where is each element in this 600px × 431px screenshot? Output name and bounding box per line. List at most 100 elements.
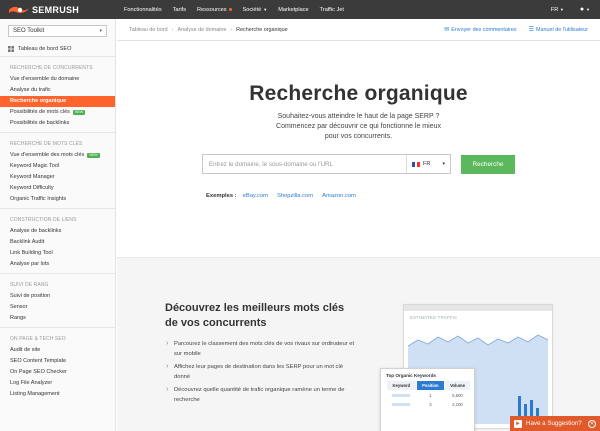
sidebar-item-keyword-difficulty[interactable]: Keyword Difficulty — [0, 183, 115, 194]
page-subtitle: Souhaitez-vous atteindre le haut de la p… — [117, 112, 600, 142]
sidebar-section-title: SUIVI DE RANG — [10, 282, 49, 288]
notification-dot-icon — [228, 8, 232, 11]
subtitle-line: Souhaitez-vous atteindre le haut de la p… — [277, 113, 440, 120]
feature-section: Découvrez les meilleurs mots clés de vos… — [117, 257, 600, 431]
feature-list-item: Parcourez le classement des mots clés de… — [165, 339, 357, 359]
table-row: 3 2,100 — [387, 400, 471, 409]
nav-marketplace[interactable]: Marketplace — [278, 7, 308, 13]
keyword-placeholder-bar — [387, 391, 417, 401]
example-link[interactable]: Amazon.com — [322, 193, 356, 199]
sidebar-item-on-page-seo-checker[interactable]: On Page SEO Checker — [0, 367, 115, 378]
feature-list-item: Affichez leur pages de destination dans … — [165, 362, 357, 382]
top-navbar: SEMRUSH Fonctionnalités Tarifs Ressource… — [0, 0, 600, 19]
examples-label: Exemples : — [206, 193, 237, 199]
nav-societe[interactable]: Société ▼ — [243, 7, 268, 13]
nav-traffic-jet[interactable]: Traffic Jet — [320, 7, 344, 13]
search-button[interactable]: Recherche — [461, 154, 515, 174]
nav-societe-label: Société — [242, 6, 262, 13]
sidebar-item-label: Tableau de bord SEO — [18, 46, 72, 52]
examples-row: Exemples : eBay.com Shopzilla.com Amazon… — [206, 193, 365, 199]
suggestion-widget[interactable]: ► Have a Suggestion? ✕ — [510, 416, 600, 431]
sidebar-item-link-building-tool[interactable]: Link Building Tool — [0, 248, 115, 259]
caret-down-icon: ▼ — [559, 6, 564, 12]
subtitle-line: Commencez par découvrir ce qui fonctionn… — [276, 123, 441, 130]
send-feedback-link[interactable]: ✉ Envoyer des commentaires — [444, 26, 517, 34]
sidebar-item-organic-research[interactable]: Recherche organique — [0, 96, 115, 107]
sidebar-item-listing-management[interactable]: Listing Management — [0, 389, 115, 400]
sidebar-item-backlink-gap[interactable]: Possibilités de backlinks — [0, 118, 115, 129]
sidebar-section-title: ON PAGE & TECH SEO — [10, 336, 66, 342]
sidebar-item-keyword-overview[interactable]: Vue d'ensemble des mots clés NEW — [0, 150, 115, 161]
sidebar-item-traffic-analytics[interactable]: Analyse du trafic — [0, 85, 115, 96]
chart-title: ESTIMATED TRAFFIC — [410, 315, 458, 320]
search-box: FR ▾ — [202, 154, 451, 174]
comment-icon: ✉ — [444, 27, 450, 33]
sidebar-item-keyword-manager[interactable]: Keyword Manager — [0, 172, 115, 183]
sidebar-item-backlink-analytics[interactable]: Analyse de backlinks — [0, 226, 115, 237]
breadcrumb-item-domain-analytics[interactable]: Analyse de domaine — [177, 27, 226, 33]
chevron-right-icon: › — [230, 26, 233, 33]
user-manual-link[interactable]: ☰ Manuel de l'utilisateur — [528, 26, 588, 34]
card-header-bar — [404, 305, 552, 311]
send-feedback-label: Envoyer des commentaires — [451, 26, 517, 33]
breadcrumb-item-dashboard[interactable]: Tableau de bord — [129, 27, 168, 33]
language-selector[interactable]: FR ▼ — [551, 7, 564, 13]
breadcrumb-actions: ✉ Envoyer des commentaires ☰ Manuel de l'u… — [432, 26, 588, 34]
user-menu[interactable]: ● ▼ — [580, 6, 590, 13]
search-row: FR ▾ Recherche — [117, 154, 600, 174]
sidebar-section-title: RECHERCHE DE CONCURRENTS — [10, 65, 93, 71]
sidebar-item-keyword-magic-tool[interactable]: Keyword Magic Tool — [0, 161, 115, 172]
user-icon: ● — [579, 6, 585, 13]
new-badge: NEW — [72, 110, 86, 115]
sidebar-item-label: Vue d'ensemble des mots clés — [10, 152, 85, 158]
semrush-flame-icon — [9, 6, 29, 13]
sidebar-item-seo-content-template[interactable]: SEO Content Template — [0, 356, 115, 367]
nav-right: FR ▼ ● ▼ — [551, 6, 590, 13]
feature-list: Parcourez le classement des mots clés de… — [165, 339, 357, 408]
table-row: 1 5,500 — [387, 391, 471, 401]
nav-ressources[interactable]: Ressources — [197, 7, 232, 13]
sidebar-item-label: Possibilités de mots clés — [10, 109, 70, 115]
book-icon: ☰ — [528, 27, 535, 33]
keywords-table: Keyword Position Volume 1 5,500 3 2,100 — [386, 380, 472, 409]
semrush-logo[interactable]: SEMRUSH — [8, 0, 108, 19]
close-icon[interactable]: ✕ — [588, 419, 596, 428]
column-header: Keyword — [386, 380, 417, 391]
caret-down-icon: ▼ — [586, 7, 590, 12]
sidebar-item-organic-traffic-insights[interactable]: Organic Traffic Insights — [0, 194, 115, 205]
dashboard-icon — [8, 46, 14, 52]
sidebar-item-sensor[interactable]: Sensor — [0, 302, 115, 313]
sidebar: SEO Toolkit ▾ Tableau de bord SEO RECHER… — [0, 19, 116, 431]
chevron-right-icon: › — [171, 26, 174, 33]
sidebar-item-site-audit[interactable]: Audit de site — [0, 345, 115, 356]
megaphone-icon: ► — [514, 419, 522, 428]
keyword-placeholder-bar — [387, 400, 417, 409]
new-badge: NEW — [87, 153, 100, 158]
sidebar-item-keyword-gap[interactable]: Possibilités de mots clés NEW — [0, 107, 115, 118]
sidebar-item-log-file-analyzer[interactable]: Log File Analyzer — [0, 378, 115, 389]
sidebar-item-bulk-analysis[interactable]: Analyse par lots — [0, 259, 115, 270]
domain-search-input[interactable] — [203, 155, 406, 173]
feature-heading: Découvrez les meilleurs mots clés de vos… — [165, 302, 345, 329]
main-menu: Fonctionnalités Tarifs Ressources Sociét… — [124, 7, 355, 13]
toolkit-select[interactable]: SEO Toolkit ▾ — [8, 25, 107, 37]
sidebar-item-backlink-audit[interactable]: Backlink Audit — [0, 237, 115, 248]
france-flag-icon — [412, 161, 421, 167]
sidebar-item-rank[interactable]: Rangs — [0, 313, 115, 324]
top-keywords-illustration: Top Organic Keywords Keyword Position Vo… — [380, 368, 475, 431]
breadcrumb: Tableau de bord › Analyse de domaine › R… — [117, 19, 600, 41]
sidebar-section-title: RECHERCHE DE MOTS CLÉS — [10, 141, 83, 147]
column-header: Position — [415, 380, 445, 391]
sidebar-item-position-tracking[interactable]: Suivi de position — [0, 291, 115, 302]
sidebar-section-title: CONSTRUCTION DE LIENS — [10, 217, 77, 223]
example-link[interactable]: Shopzilla.com — [277, 193, 313, 199]
breadcrumb-item-current: Recherche organique — [236, 26, 288, 33]
database-select[interactable]: FR ▾ — [406, 155, 450, 173]
chevron-down-icon: ▾ — [99, 28, 102, 34]
nav-fonctionnalites[interactable]: Fonctionnalités — [124, 7, 162, 13]
nav-tarifs[interactable]: Tarifs — [173, 7, 186, 13]
sidebar-item-domain-overview[interactable]: Vue d'ensemble du domaine — [0, 74, 115, 85]
sidebar-item-dashboard[interactable]: Tableau de bord SEO — [0, 42, 115, 57]
caret-down-icon: ▼ — [263, 7, 268, 12]
example-link[interactable]: eBay.com — [243, 193, 268, 199]
